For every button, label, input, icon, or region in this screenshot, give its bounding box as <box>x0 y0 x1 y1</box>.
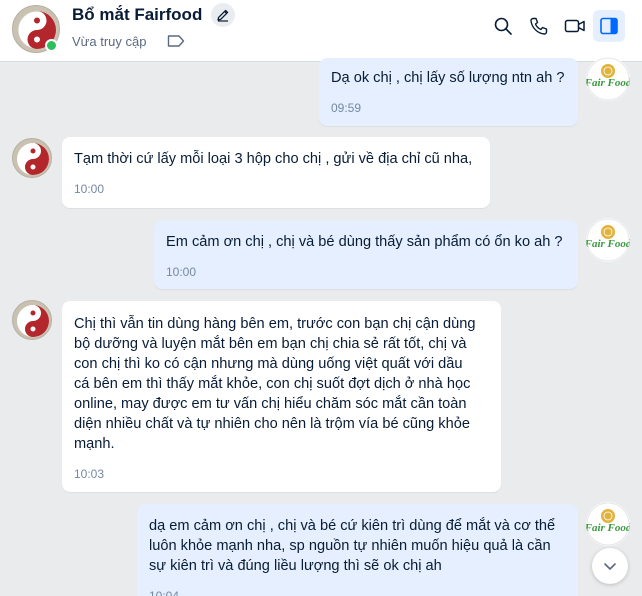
message-text: Chị thì vẫn tin dùng hàng bên em, trước … <box>74 316 476 452</box>
chat-header: Bổ mắt Fairfood Vừa truy cập <box>0 0 642 62</box>
search-icon <box>494 17 512 35</box>
online-status-dot <box>45 39 58 52</box>
message-bubble-sent[interactable]: Em cảm ơn chị , chị và bé dùng thấy sản … <box>154 220 578 289</box>
message-time: 10:03 <box>74 467 105 481</box>
conversation-info-toggle[interactable] <box>593 10 625 42</box>
message-text: Dạ ok chị , chị lấy số lượng ntn ah ? <box>331 70 565 86</box>
message-time: 09:59 <box>331 101 362 115</box>
phone-icon <box>530 17 548 35</box>
message-bubble-received[interactable]: Chị thì vẫn tin dùng hàng bên em, trước … <box>62 301 501 492</box>
edit-name-button[interactable] <box>211 3 235 27</box>
tag-icon[interactable] <box>167 34 185 48</box>
scroll-to-bottom-button[interactable] <box>592 548 628 584</box>
message-bubble-sent[interactable]: Dạ ok chị , chị lấy số lượng ntn ah ? 09… <box>319 58 578 126</box>
contact-avatar[interactable] <box>12 138 52 178</box>
voice-call-button[interactable] <box>527 14 551 38</box>
fairfood-avatar[interactable]: Fair Food <box>586 502 630 546</box>
chat-title[interactable]: Bổ mắt Fairfood <box>72 5 202 25</box>
message-text: Tạm thời cứ lấy mỗi loại 3 hộp cho chị ,… <box>74 151 473 167</box>
video-icon <box>564 19 585 33</box>
search-button[interactable] <box>491 14 515 38</box>
message-text: Em cảm ơn chị , chị và bé dùng thấy sản … <box>166 234 563 250</box>
edit-icon <box>217 9 229 22</box>
message-text: dạ em cảm ơn chị , chị và bé cứ kiên trì… <box>149 518 556 574</box>
sidebar-icon <box>600 17 618 35</box>
fairfood-logo-text: Fair Food <box>586 238 630 250</box>
fairfood-logo-text: Fair Food <box>586 77 630 89</box>
contact-avatar[interactable] <box>12 300 52 340</box>
fairfood-logo-text: Fair Food <box>586 522 630 534</box>
chevron-down-icon <box>604 563 616 570</box>
fairfood-avatar[interactable]: Fair Food <box>586 57 630 101</box>
video-call-button[interactable] <box>563 14 587 38</box>
message-time: 10:00 <box>74 182 105 196</box>
last-seen-status: Vừa truy cập <box>72 34 147 49</box>
message-bubble-received[interactable]: Tạm thời cứ lấy mỗi loại 3 hộp cho chị ,… <box>62 137 490 208</box>
message-time: 10:00 <box>166 265 197 279</box>
fairfood-avatar[interactable]: Fair Food <box>586 218 630 262</box>
message-time: 10:04 <box>149 589 180 596</box>
message-bubble-sent[interactable]: dạ em cảm ơn chị , chị và bé cứ kiên trì… <box>137 504 578 596</box>
